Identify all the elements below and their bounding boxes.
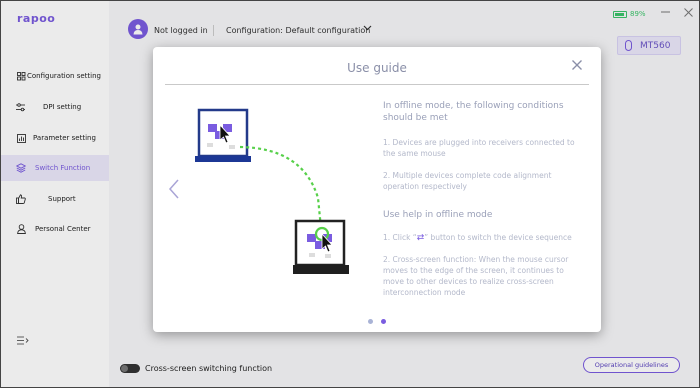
cross-screen-illustration bbox=[195, 108, 349, 274]
offline-help-heading: Use help in offline mode bbox=[383, 210, 493, 220]
help-1-prefix: 1. Click “ bbox=[383, 233, 417, 242]
cursor-path bbox=[239, 145, 323, 229]
condition-2: 2. Multiple devices complete code alignm… bbox=[383, 171, 552, 191]
close-icon[interactable] bbox=[572, 58, 582, 74]
page-dot-2[interactable] bbox=[381, 319, 386, 324]
app-window: rapoo Configuration setting DPI setting … bbox=[0, 0, 700, 388]
help-1: 1. Click “⇄” button to switch the device… bbox=[383, 232, 599, 244]
help-1-suffix: ” button to switch the device sequence bbox=[424, 233, 572, 242]
previous-page-arrow-icon[interactable] bbox=[168, 179, 179, 204]
offline-conditions-heading: In offline mode, the following condition… bbox=[383, 101, 564, 123]
divider bbox=[165, 84, 589, 85]
modal-title: Use guide bbox=[347, 61, 407, 75]
use-guide-modal: Use guide In offline mode, the following… bbox=[153, 47, 601, 332]
condition-1: 1. Devices are plugged into receivers co… bbox=[383, 138, 575, 158]
help-2: 2. Cross-screen function: When the mouse… bbox=[383, 255, 569, 297]
pagination-dots bbox=[368, 319, 386, 324]
page-dot-1[interactable] bbox=[368, 319, 373, 324]
